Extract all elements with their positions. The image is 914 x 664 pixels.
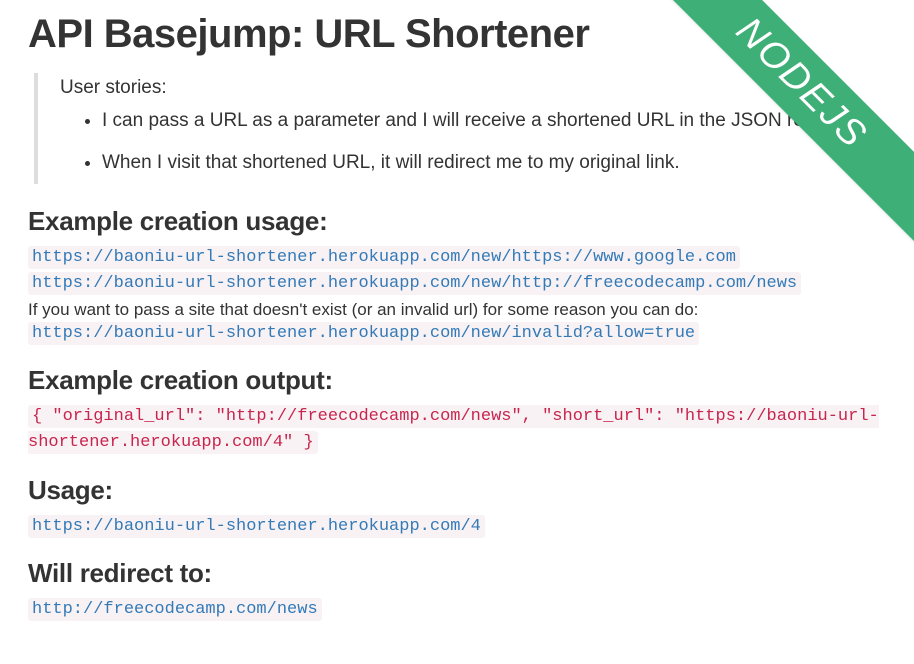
list-item: When I visit that shortened URL, it will…: [102, 149, 886, 177]
example-url-1[interactable]: https://baoniu-url-shortener.herokuapp.c…: [28, 246, 740, 269]
example-output-code: { "original_url": "http://freecodecamp.c…: [28, 405, 879, 454]
user-stories-block: User stories: I can pass a URL as a para…: [34, 73, 886, 184]
user-stories-list: I can pass a URL as a parameter and I wi…: [60, 107, 886, 176]
list-item: I can pass a URL as a parameter and I wi…: [102, 107, 886, 135]
example-creation-usage-heading: Example creation usage:: [28, 206, 886, 237]
redirect-url[interactable]: http://freecodecamp.com/news: [28, 598, 322, 621]
redirect-heading: Will redirect to:: [28, 558, 886, 589]
usage-url[interactable]: https://baoniu-url-shortener.herokuapp.c…: [28, 515, 485, 538]
example-creation-output-heading: Example creation output:: [28, 365, 886, 396]
example-url-2[interactable]: https://baoniu-url-shortener.herokuapp.c…: [28, 272, 801, 295]
usage-heading: Usage:: [28, 475, 886, 506]
invalid-url-note: If you want to pass a site that doesn't …: [28, 300, 886, 320]
example-url-3[interactable]: https://baoniu-url-shortener.herokuapp.c…: [28, 322, 699, 345]
